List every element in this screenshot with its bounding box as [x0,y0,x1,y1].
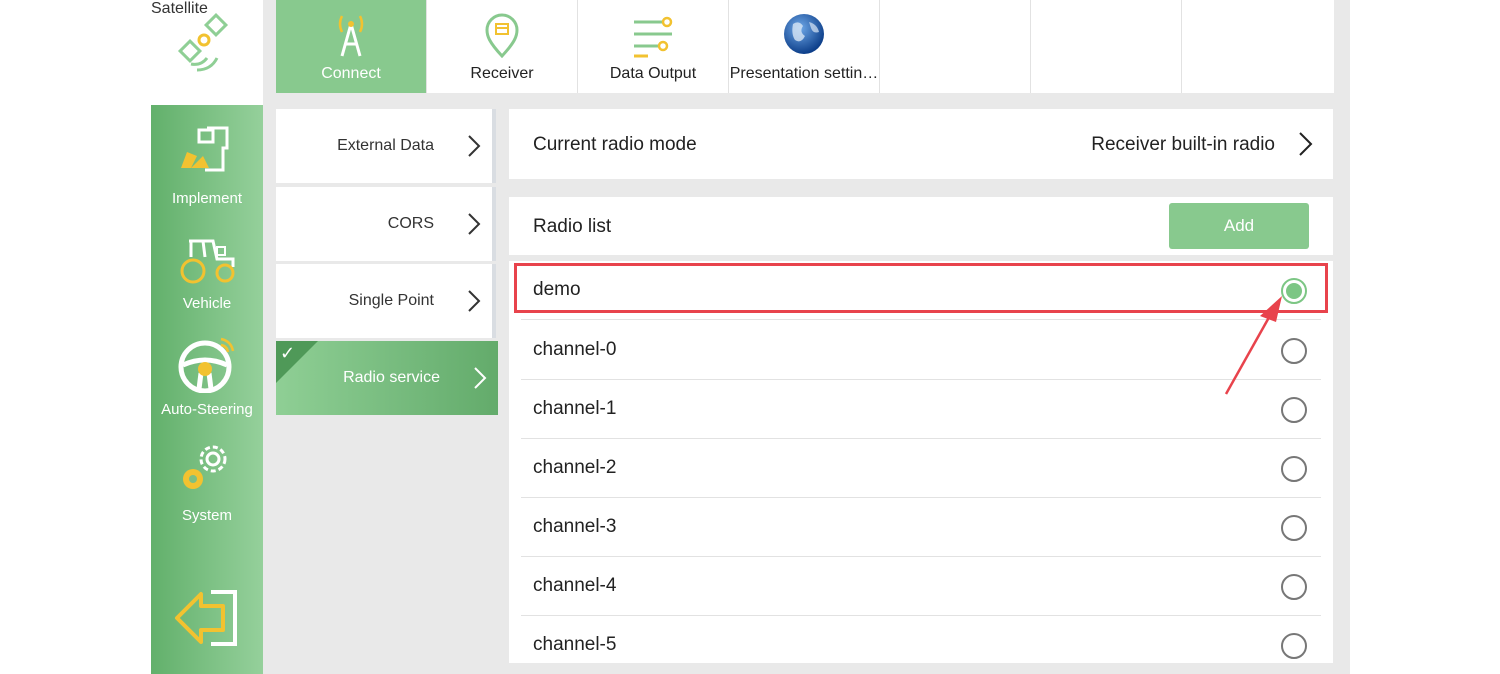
tab-label: Receiver [470,65,534,82]
rail-item-implement[interactable]: Implement [151,110,263,210]
annotation-arrow-icon [1224,296,1282,395]
radio-button[interactable] [1281,397,1307,423]
top-tab-bar: Connect Receiver Data Output Presentatio… [276,0,1334,93]
globe-icon [784,14,824,54]
sliders-icon [634,16,673,58]
implement-icon [181,126,229,172]
tractor-icon [180,239,235,284]
radio-channel-name: channel-2 [533,457,617,478]
tab-empty [1182,0,1333,93]
chevron-right-icon [1299,132,1313,156]
satellite-icon [177,12,229,72]
chevron-right-icon [468,213,481,235]
submenu-external-data[interactable]: External Data [276,109,496,183]
tab-presentation-settings[interactable]: Presentation settin… [729,0,880,93]
radio-channel-name: channel-3 [533,516,617,537]
add-radio-button[interactable]: Add [1169,203,1309,249]
radio-list-item[interactable]: channel-5 [521,616,1321,674]
radio-list-item[interactable]: channel-2 [521,439,1321,498]
radio-list-title: Radio list [533,216,612,237]
submenu-cors[interactable]: CORS [276,187,496,261]
tab-data-output[interactable]: Data Output [578,0,729,93]
app-window: Satellite Implement Vehicle Auto-Steerin… [151,0,1350,674]
submenu-label: CORS [387,215,434,232]
tab-empty [880,0,1031,93]
radio-channel-name: channel-1 [533,398,617,419]
radio-list-item[interactable]: channel-1 [521,380,1321,439]
submenu-label: External Data [337,137,434,154]
radio-channel-name: channel-0 [533,339,617,360]
rail-item-system[interactable]: System [151,427,263,527]
radio-list-item[interactable]: channel-4 [521,557,1321,616]
radio-mode-value: Receiver built-in radio [1091,134,1275,155]
rail-label: Auto-Steering [161,401,253,418]
rail-label: Implement [171,190,243,207]
exit-arrow-icon[interactable] [173,586,243,650]
left-rail: Satellite Implement Vehicle Auto-Steerin… [151,0,263,674]
submenu-label: Radio service [343,369,440,386]
gear-icon [183,445,227,489]
check-icon: ✓ [280,343,296,363]
radio-channel-name: channel-4 [533,575,617,596]
tab-empty [1031,0,1182,93]
tab-label: Connect [321,65,381,82]
tab-receiver[interactable]: Receiver [427,0,578,93]
tab-label: Data Output [609,65,697,82]
rail-label: System [181,507,232,524]
tab-connect[interactable]: Connect [276,0,427,93]
radio-mode-selector[interactable]: Current radio mode Receiver built-in rad… [509,109,1333,179]
radio-channel-name: channel-5 [533,634,617,655]
chevron-right-icon [468,135,481,157]
map-pin-icon [485,13,519,58]
radio-mode-title: Current radio mode [533,134,697,155]
steering-wheel-icon [178,337,235,393]
radio-list-header: Radio list Add [509,197,1333,255]
submenu-radio-service[interactable]: ✓ Radio service [276,341,498,415]
radio-button[interactable] [1281,515,1307,541]
radio-list-item[interactable]: channel-3 [521,498,1321,557]
rail-item-satellite[interactable]: Satellite [151,0,263,105]
radio-button[interactable] [1281,456,1307,482]
submenu-label: Single Point [348,292,434,309]
highlight-box [514,263,1328,313]
chevron-right-icon [474,367,487,389]
radio-button[interactable] [1281,633,1307,659]
antenna-icon [338,15,364,57]
rail-item-vehicle[interactable]: Vehicle [151,215,263,315]
submenu-single-point[interactable]: Single Point [276,264,496,338]
chevron-right-icon [468,290,481,312]
radio-list-item[interactable]: channel-0 [521,321,1321,380]
tab-label: Presentation settin… [729,65,879,82]
radio-button[interactable] [1281,574,1307,600]
rail-label: Vehicle [182,295,232,312]
rail-item-auto-steering[interactable]: Auto-Steering [151,321,263,421]
